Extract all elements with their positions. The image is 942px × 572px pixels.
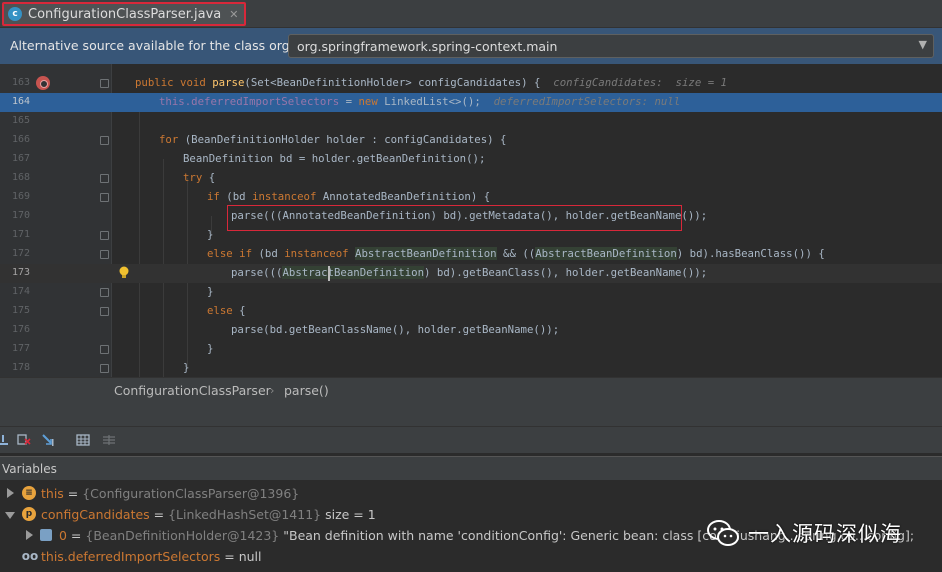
fold-icon[interactable]: [100, 250, 109, 259]
fold-icon[interactable]: [100, 231, 109, 240]
code-text: for (BeanDefinitionHolder holder : confi…: [159, 133, 507, 146]
code-line: 168 try {: [0, 169, 942, 188]
chevron-down-icon: ▼: [918, 38, 927, 51]
line-number: 174: [11, 286, 30, 297]
table-view-icon[interactable]: [76, 433, 90, 447]
code-text: BeanDefinition bd = holder.getBeanDefini…: [183, 152, 486, 165]
code-line: 163 public void parse(Set<BeanDefinition…: [0, 74, 942, 93]
parameter-icon: p: [22, 507, 36, 521]
code-line: 167 BeanDefinition bd = holder.getBeanDe…: [0, 150, 942, 169]
code-text: parse(((AbstractBeanDefinition) bd).getB…: [231, 266, 708, 279]
line-number: 175: [11, 305, 30, 316]
code-text: this.deferredImportSelectors = new Linke…: [159, 95, 681, 108]
code-text: if (bd instanceof AnnotatedBeanDefinitio…: [207, 190, 491, 203]
code-line: 175 else {: [0, 302, 942, 321]
code-line: 174 }: [0, 283, 942, 302]
breadcrumb-separator: ›: [270, 384, 275, 397]
code-text: parse(bd.getBeanClassName(), holder.getB…: [231, 323, 560, 336]
code-line: 177 }: [0, 340, 942, 359]
line-number: 168: [11, 172, 30, 183]
code-text: public void parse(Set<BeanDefinitionHold…: [135, 76, 727, 89]
debug-toolbar: [0, 427, 942, 454]
watermark-text: 一入源码深似海: [748, 522, 902, 546]
list-icon: [40, 529, 52, 541]
caret-line: 173 parse(((AbstractBeanDefinition) bd).…: [0, 264, 942, 283]
code-text: }: [207, 228, 214, 241]
variable-text: configCandidates = {LinkedHashSet@1411} …: [41, 507, 376, 522]
expand-icon[interactable]: [7, 488, 14, 498]
variables-panel-header: Variables: [0, 456, 942, 480]
line-number: 176: [11, 324, 30, 335]
watermark: 一入源码深似海: [706, 515, 902, 551]
code-text: else {: [207, 304, 246, 317]
fold-icon[interactable]: [100, 345, 109, 354]
wechat-logo-icon: [707, 520, 739, 546]
line-number: 165: [11, 115, 30, 126]
line-number: 164: [11, 96, 30, 107]
code-line: 172 else if (bd instanceof AbstractBeanD…: [0, 245, 942, 264]
code-text: }: [207, 342, 214, 355]
fold-icon[interactable]: [100, 136, 109, 145]
watch-icon: oo: [21, 549, 39, 563]
line-number: 170: [11, 210, 30, 221]
collapse-icon[interactable]: [5, 512, 15, 519]
line-number: 177: [11, 343, 30, 354]
inline-debug-value: configCandidates: size = 1: [553, 76, 727, 89]
drop-frame-icon[interactable]: [17, 433, 31, 447]
panel-divider: [0, 403, 942, 427]
alternative-source-bar: Alternative source available for the cla…: [0, 28, 942, 64]
line-number: 163: [11, 77, 30, 88]
breakpoint-icon[interactable]: [36, 76, 50, 90]
field-icon: ≡: [22, 486, 36, 500]
code-text: else if (bd instanceof AbstractBeanDefin…: [207, 247, 825, 260]
line-number: 171: [11, 229, 30, 240]
class-file-icon: c: [8, 7, 22, 21]
line-number: 178: [11, 362, 30, 373]
code-text: try {: [183, 171, 216, 184]
line-number: 166: [11, 134, 30, 145]
step-out-icon[interactable]: [0, 433, 10, 447]
fold-icon[interactable]: [100, 364, 109, 373]
columns-icon[interactable]: [102, 433, 116, 447]
variable-text: this = {ConfigurationClassParser@1396}: [41, 486, 300, 501]
code-text: }: [207, 285, 214, 298]
fold-icon[interactable]: [100, 193, 109, 202]
source-select-value: org.springframework.spring-context.main: [297, 39, 558, 54]
fold-icon[interactable]: [100, 288, 109, 297]
code-line: 176 parse(bd.getBeanClassName(), holder.…: [0, 321, 942, 340]
line-number: 172: [11, 248, 30, 259]
editor-tab-bar: c ConfigurationClassParser.java ✕: [0, 0, 942, 28]
code-line: 178 }: [0, 359, 942, 377]
variable-row[interactable]: ≡ this = {ConfigurationClassParser@1396}: [0, 483, 942, 504]
fold-icon[interactable]: [100, 307, 109, 316]
current-execution-line: 164 this.deferredImportSelectors = new L…: [0, 93, 942, 112]
code-line: 166 for (BeanDefinitionHolder holder : c…: [0, 131, 942, 150]
code-text: }: [183, 361, 190, 374]
close-icon[interactable]: ✕: [229, 8, 238, 21]
line-number: 173: [11, 267, 30, 278]
breadcrumb: ConfigurationClassParser › parse(): [0, 377, 942, 403]
breadcrumb-method[interactable]: parse(): [284, 383, 329, 398]
variables-title: Variables: [2, 462, 57, 476]
file-tab[interactable]: c ConfigurationClassParser.java ✕: [2, 2, 247, 26]
highlight-box: [227, 205, 682, 231]
code-line: 165: [0, 112, 942, 131]
tab-title: ConfigurationClassParser.java: [28, 6, 222, 22]
run-to-cursor-icon[interactable]: [42, 433, 56, 447]
line-number: 167: [11, 153, 30, 164]
expand-icon[interactable]: [26, 530, 33, 540]
variable-text: this.deferredImportSelectors = null: [41, 549, 262, 564]
fold-icon[interactable]: [100, 79, 109, 88]
notice-text: Alternative source available for the cla…: [10, 38, 306, 53]
text-caret: [328, 266, 330, 281]
line-number: 169: [11, 191, 30, 202]
code-editor[interactable]: 163 public void parse(Set<BeanDefinition…: [0, 64, 942, 377]
inline-debug-value: deferredImportSelectors: null: [493, 95, 681, 108]
source-select[interactable]: org.springframework.spring-context.main …: [288, 34, 934, 58]
breadcrumb-class[interactable]: ConfigurationClassParser: [114, 383, 271, 398]
lightbulb-icon[interactable]: [118, 266, 130, 280]
fold-icon[interactable]: [100, 174, 109, 183]
